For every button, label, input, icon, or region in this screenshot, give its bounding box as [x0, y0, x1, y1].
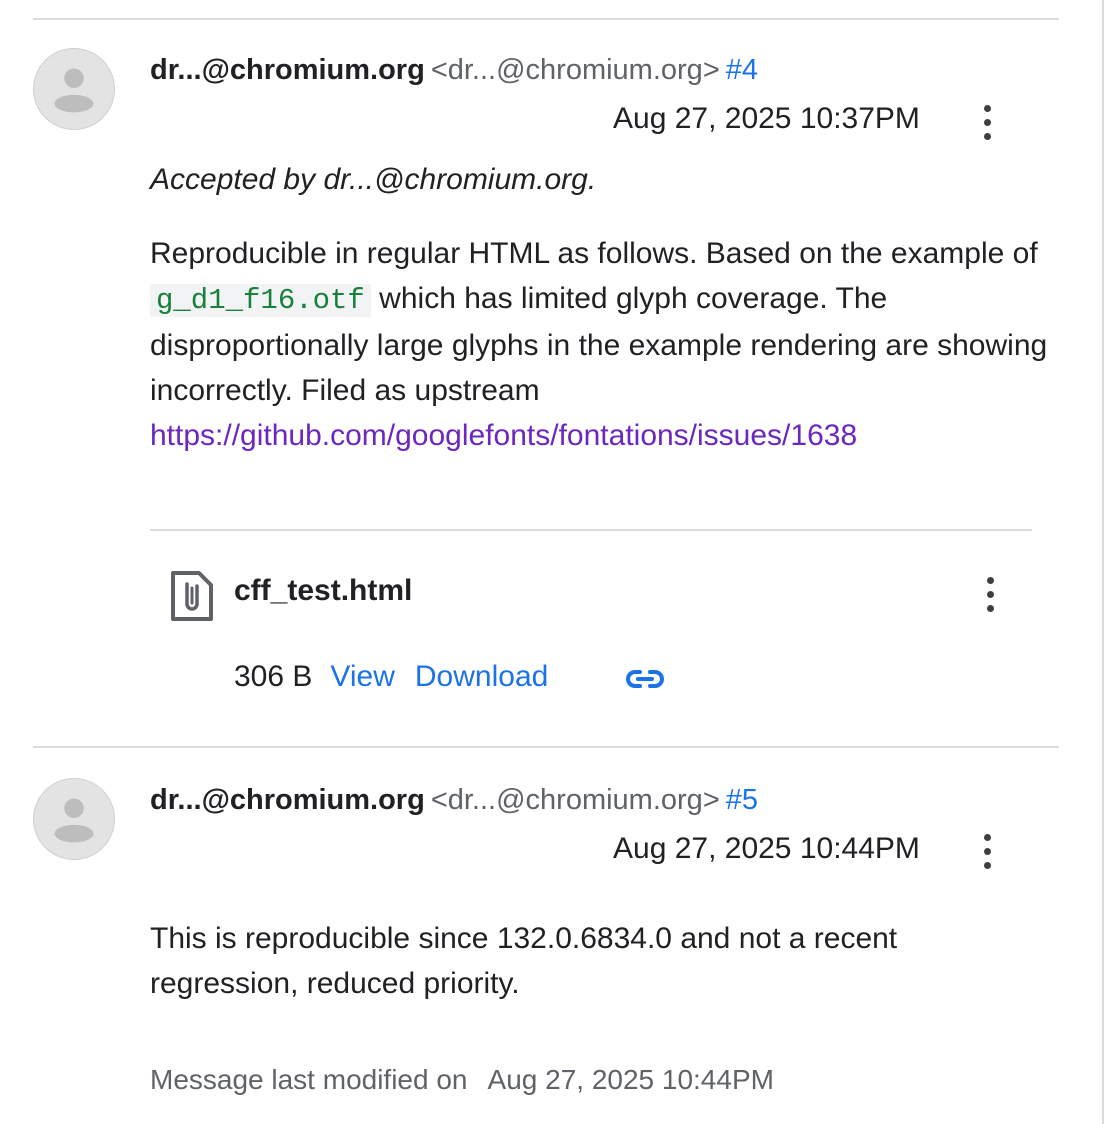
comment-header: dr...@chromium.org <dr...@chromium.org> #4 [150, 54, 758, 87]
body-text-part1: Reproducible in regular HTML as follows.… [150, 237, 1038, 270]
view-link[interactable]: View [330, 660, 394, 693]
attachment-divider [150, 529, 1032, 531]
comment-number-link[interactable]: #4 [726, 54, 758, 86]
code-snippet: g_d1_f16.otf [150, 284, 371, 317]
avatar[interactable] [33, 778, 115, 860]
comment-body: This is reproducible since 132.0.6834.0 … [150, 922, 898, 1000]
comment-timestamp: Aug 27, 2025 10:44PM [613, 832, 920, 865]
author-email: <dr...@chromium.org> [430, 54, 720, 86]
attachment-more-options-icon[interactable] [981, 575, 1003, 615]
comment-number-link[interactable]: #5 [726, 784, 758, 816]
page-right-border [1102, 0, 1104, 1124]
accepted-note: Accepted by dr...@chromium.org. [150, 163, 597, 196]
top-divider [33, 18, 1059, 20]
author-email: <dr...@chromium.org> [430, 784, 720, 816]
more-options-icon[interactable] [978, 103, 1000, 143]
link-icon[interactable] [624, 664, 666, 694]
avatar[interactable] [33, 48, 115, 130]
person-icon [54, 798, 94, 843]
comment-timestamp: Aug 27, 2025 10:37PM [613, 102, 920, 135]
comment-body: Reproducible in regular HTML as follows.… [150, 231, 1050, 458]
last-modified-note: Message last modified on Aug 27, 2025 10:… [150, 1064, 774, 1096]
last-modified-date: Aug 27, 2025 10:44PM [487, 1064, 774, 1095]
download-link[interactable]: Download [415, 660, 548, 693]
more-options-icon[interactable] [978, 832, 1000, 872]
upstream-issue-link[interactable]: https://github.com/googlefonts/fontation… [150, 419, 857, 452]
comment-divider [33, 746, 1059, 748]
last-modified-label: Message last modified on [150, 1064, 468, 1095]
comment-header: dr...@chromium.org <dr...@chromium.org> #5 [150, 784, 758, 817]
person-icon [54, 68, 94, 113]
author-name[interactable]: dr...@chromium.org [150, 54, 425, 86]
attachment-name: cff_test.html [234, 574, 413, 607]
attachment-file-icon [171, 571, 213, 621]
attachment-meta: 306 B View Download [234, 660, 548, 694]
attachment-size: 306 B [234, 660, 313, 693]
author-name[interactable]: dr...@chromium.org [150, 784, 425, 816]
